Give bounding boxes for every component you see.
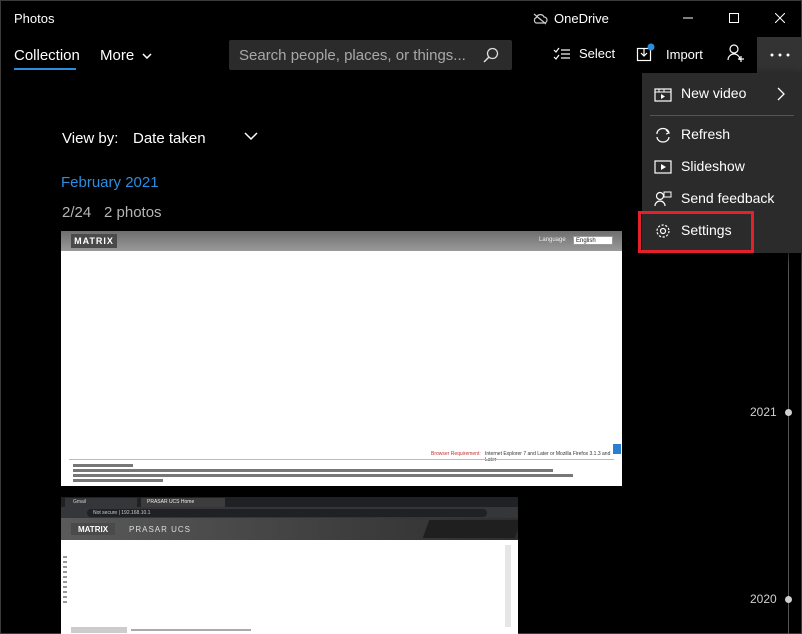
timeline-marker[interactable] [785, 409, 792, 416]
import-button[interactable]: Import [636, 43, 703, 63]
select-button[interactable]: Select [553, 46, 615, 61]
onedrive-status[interactable]: OneDrive [532, 11, 609, 26]
browser-icon [613, 444, 621, 454]
menu-item-new-video[interactable]: New video [642, 78, 802, 110]
search-icon[interactable] [482, 46, 500, 64]
menu-separator [650, 115, 794, 116]
language-select: English [573, 236, 613, 245]
sidebar-lines [63, 553, 71, 623]
more-dots-icon [770, 53, 790, 57]
tab-selected-indicator [14, 68, 76, 70]
chevron-right-icon [777, 87, 785, 101]
browser-tab: Gmail [65, 498, 137, 507]
day-photo-count: 2 photos [104, 204, 162, 221]
see-more-button[interactable] [757, 37, 802, 73]
menu-item-label: Refresh [681, 126, 731, 142]
timeline-year-label[interactable]: 2021 [750, 405, 777, 419]
browser-url: Not secure | 192.168.10.1 [87, 509, 487, 517]
chevron-down-icon [142, 52, 152, 59]
maximize-button[interactable] [711, 1, 757, 35]
divider [69, 459, 614, 460]
slideshow-icon [654, 160, 672, 174]
search-box [229, 40, 512, 70]
tab-more-label: More [100, 47, 135, 64]
cloud-offline-icon [533, 13, 548, 24]
matrix-logo: MATRIX [71, 523, 115, 535]
photo-thumbnail[interactable]: MATRIX Language English Browser Requirem… [61, 231, 622, 486]
menu-item-slideshow[interactable]: Slideshow [642, 151, 802, 183]
minimize-icon [683, 17, 693, 19]
month-header[interactable]: February 2021 [61, 174, 159, 191]
timeline-track[interactable] [788, 251, 789, 634]
app-header: MATRIX PRASAR UCS [61, 518, 518, 540]
day-date: 2/24 [62, 204, 92, 221]
menu-item-label: Slideshow [681, 158, 745, 174]
feedback-icon [654, 191, 672, 207]
tab-more[interactable]: More [100, 47, 152, 64]
select-label: Select [579, 46, 616, 61]
footer-text-block [73, 462, 593, 486]
onedrive-label: OneDrive [554, 11, 609, 26]
header-accent [422, 520, 518, 538]
scrollbar [505, 545, 511, 627]
chevron-down-icon[interactable] [244, 132, 258, 141]
timeline-marker[interactable] [785, 596, 792, 603]
matrix-logo: MATRIX [71, 234, 117, 248]
app-name: PRASAR UCS [129, 525, 192, 534]
menu-item-refresh[interactable]: Refresh [642, 119, 802, 151]
nav-bar: Collection More Select [1, 37, 802, 73]
refresh-icon [656, 127, 671, 143]
tab-collection[interactable]: Collection [14, 47, 80, 64]
photo-thumbnail[interactable]: Gmail PRASAR UCS Home Not secure | 192.1… [61, 497, 518, 634]
app-title: Photos [14, 11, 55, 26]
browser-requirement-label: Browser Requirement: [431, 451, 481, 457]
maximize-icon [729, 13, 739, 23]
import-icon [636, 43, 655, 62]
settings-highlight-box [638, 211, 754, 253]
browser-tab: PRASAR UCS Home [141, 498, 225, 507]
new-video-icon [654, 88, 672, 102]
timeline-year-label[interactable]: 2020 [750, 592, 777, 606]
browser-tab-strip: Gmail PRASAR UCS Home [61, 497, 518, 507]
title-bar: Photos OneDrive [1, 1, 802, 35]
people-button[interactable] [727, 43, 745, 68]
import-label: Import [666, 47, 703, 62]
search-input[interactable] [229, 40, 469, 70]
add-person-icon [727, 44, 744, 62]
screenshot-header: MATRIX Language English [61, 231, 622, 251]
menu-item-label: New video [681, 85, 747, 101]
view-by-label: View by: [62, 130, 119, 147]
close-button[interactable] [757, 1, 802, 35]
menu-item-label: Send feedback [681, 190, 775, 206]
minimize-button[interactable] [665, 1, 711, 35]
app-window: Photos OneDrive Collection More Search p… [0, 0, 802, 634]
bottom-bar [71, 627, 511, 633]
multiselect-icon [553, 47, 570, 60]
view-by-dropdown[interactable]: Date taken [133, 130, 206, 147]
language-label: Language [539, 237, 566, 243]
close-icon [775, 13, 785, 23]
